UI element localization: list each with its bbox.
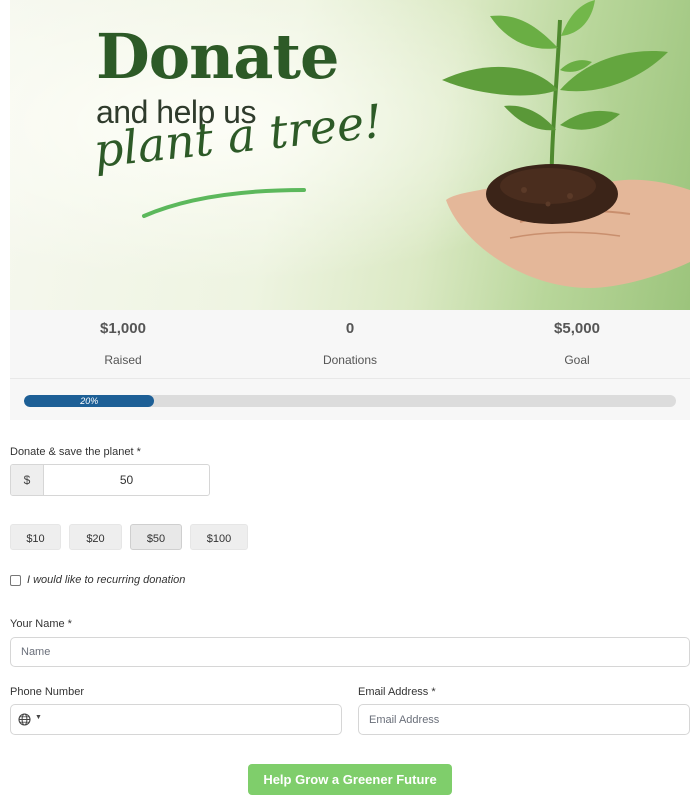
name-label: Your Name * bbox=[10, 618, 72, 630]
preset-50-button[interactable]: $50 bbox=[130, 524, 182, 550]
recurring-checkbox[interactable] bbox=[10, 575, 21, 586]
campaign-stats: $1,000 Raised 0 Donations $5,000 Goal 20… bbox=[10, 310, 690, 420]
stat-label: Raised bbox=[104, 353, 142, 367]
hero-banner: Donate and help us plant a tree! bbox=[10, 0, 690, 310]
hero-title: Donate bbox=[96, 20, 339, 93]
amount-label: Donate & save the planet * bbox=[10, 446, 141, 458]
progress-fill: 20% bbox=[24, 395, 155, 407]
stat-value: $5,000 bbox=[554, 320, 600, 337]
stat-label: Goal bbox=[564, 353, 590, 367]
amount-input[interactable] bbox=[44, 465, 209, 495]
stat-value: $1,000 bbox=[100, 320, 146, 337]
phone-input[interactable]: ▼ bbox=[10, 704, 342, 735]
email-label: Email Address * bbox=[358, 686, 436, 698]
preset-20-button[interactable]: $20 bbox=[69, 524, 122, 550]
preset-100-button[interactable]: $100 bbox=[190, 524, 248, 550]
recurring-label[interactable]: I would like to recurring donation bbox=[27, 574, 185, 586]
globe-icon[interactable] bbox=[18, 713, 31, 726]
amount-field: $ bbox=[10, 464, 210, 496]
progress-bar: 20% bbox=[24, 395, 676, 407]
stat-label: Donations bbox=[322, 353, 378, 367]
phone-label: Phone Number bbox=[10, 686, 84, 698]
submit-donation-button[interactable]: Help Grow a Greener Future bbox=[248, 764, 452, 795]
chevron-down-icon[interactable]: ▼ bbox=[35, 714, 42, 721]
email-input[interactable] bbox=[358, 704, 690, 735]
divider bbox=[10, 378, 690, 379]
stat-value: 0 bbox=[345, 320, 355, 337]
swoosh-underline-icon bbox=[142, 188, 306, 218]
plant-in-hands-illustration bbox=[442, 0, 690, 288]
preset-10-button[interactable]: $10 bbox=[10, 524, 61, 550]
name-input[interactable] bbox=[10, 637, 690, 667]
currency-prefix: $ bbox=[11, 465, 44, 495]
